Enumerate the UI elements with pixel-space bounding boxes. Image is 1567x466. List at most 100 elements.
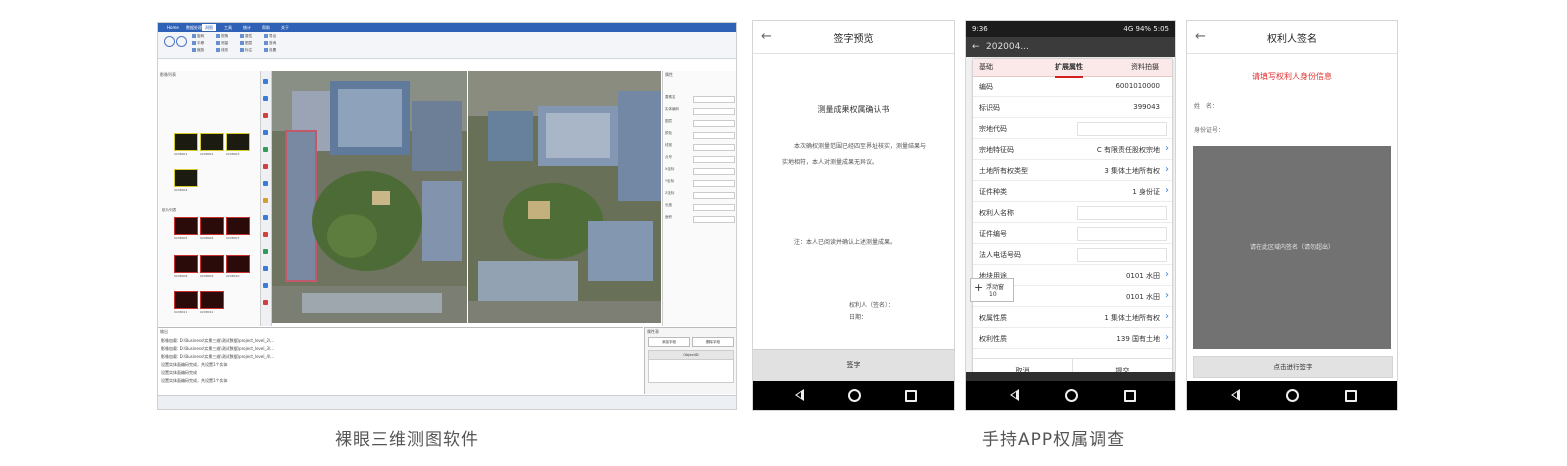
ribbon-item[interactable]: 设置 (264, 48, 276, 53)
image-thumbnail[interactable] (226, 133, 250, 151)
image-thumbnail[interactable] (174, 217, 198, 235)
ribbon-item[interactable]: 缩放 (192, 48, 204, 53)
tool-icon[interactable] (263, 266, 268, 271)
ribbon-item[interactable]: 查询 (264, 41, 276, 46)
aerial-view-left[interactable] (272, 71, 467, 323)
ribbon-item[interactable]: 线形 (216, 48, 228, 53)
name-field[interactable]: 姓 名： (1194, 101, 1218, 110)
chevron-right-icon[interactable]: › (1165, 269, 1169, 281)
floating-window[interactable]: + 浮动窗 10 (970, 278, 1014, 302)
menu-tab[interactable]: 帮助 (259, 24, 273, 31)
start-signing-button[interactable]: 点击进行签字 (1193, 356, 1393, 378)
ribbon-item[interactable]: 平移 (192, 41, 204, 46)
menu-tab[interactable]: Home (164, 24, 182, 31)
tab-basic[interactable]: 基础 (979, 59, 993, 76)
tab-extended-attributes[interactable]: 扩展属性 (1055, 59, 1083, 78)
tool-icon[interactable] (263, 79, 268, 84)
tool-icon[interactable] (263, 300, 268, 305)
delete-field-button[interactable]: 删除字段 (692, 337, 734, 347)
form-row[interactable]: 证件种类 1 身份证 › (973, 182, 1172, 202)
form-row[interactable]: 权属性质 1 集体土地所有权 › (973, 308, 1172, 328)
form-row[interactable]: 证件编号 (973, 224, 1172, 244)
form-row[interactable]: 权利性质 139 国有土地 › (973, 329, 1172, 349)
chevron-right-icon[interactable]: › (1165, 311, 1169, 323)
image-thumbnail[interactable] (200, 217, 224, 235)
chevron-right-icon[interactable]: › (1165, 164, 1169, 176)
property-value[interactable] (693, 132, 735, 139)
image-thumbnail[interactable] (226, 255, 250, 273)
tool-icon[interactable] (263, 232, 268, 237)
ribbon-item[interactable]: 测量 (216, 41, 228, 46)
pan-icon[interactable] (176, 36, 187, 47)
ribbon-item[interactable]: 标注 (240, 48, 252, 53)
sign-button[interactable]: 签字 (753, 349, 954, 381)
ribbon-item[interactable]: 视角 (216, 34, 228, 39)
rotate-icon[interactable] (164, 36, 175, 47)
image-thumbnail[interactable] (200, 255, 224, 273)
nav-home-icon[interactable] (1064, 388, 1078, 402)
form-row[interactable]: 土地所有权类型 3 集体土地所有权 › (973, 161, 1172, 181)
nav-recent-icon[interactable] (1122, 388, 1136, 402)
tool-icon[interactable] (263, 113, 268, 118)
form-row[interactable]: 宗地代码 (973, 119, 1172, 139)
property-value[interactable] (693, 216, 735, 223)
property-value[interactable] (693, 192, 735, 199)
property-value[interactable] (693, 180, 735, 187)
menu-tab[interactable]: 统计 (240, 24, 254, 31)
property-value[interactable] (693, 108, 735, 115)
chevron-right-icon[interactable]: › (1165, 290, 1169, 302)
property-value[interactable] (693, 96, 735, 103)
nav-home-icon[interactable] (847, 388, 861, 402)
form-input[interactable] (1077, 206, 1167, 220)
back-arrow-icon[interactable]: ← (972, 37, 980, 57)
property-value[interactable] (693, 120, 735, 127)
id-number-field[interactable]: 身份证号： (1194, 125, 1224, 134)
form-input[interactable] (1077, 248, 1167, 262)
tab-photos[interactable]: 资料拍摄 (1131, 59, 1159, 76)
form-row[interactable]: 权利人名称 (973, 203, 1172, 223)
property-value[interactable] (693, 156, 735, 163)
chevron-right-icon[interactable]: › (1165, 332, 1169, 344)
nav-back-icon[interactable] (793, 388, 807, 402)
form-row[interactable]: 法人电话号码 (973, 245, 1172, 265)
form-row[interactable]: 宗地特征码 C 有限责任股权宗地 › (973, 140, 1172, 160)
tool-icon[interactable] (263, 249, 268, 254)
ribbon-item[interactable]: 旋转 (192, 34, 204, 39)
aerial-view-right[interactable] (468, 71, 661, 323)
ribbon-item[interactable]: 属性 (240, 34, 252, 39)
nav-back-icon[interactable] (1229, 388, 1243, 402)
image-thumbnail[interactable] (226, 217, 250, 235)
tool-icon[interactable] (263, 147, 268, 152)
tool-icon[interactable] (263, 96, 268, 101)
nav-back-icon[interactable] (1008, 388, 1022, 402)
nav-recent-icon[interactable] (903, 388, 917, 402)
ribbon-item[interactable]: 图层 (240, 41, 252, 46)
image-thumbnail[interactable] (174, 291, 198, 309)
tool-icon[interactable] (263, 283, 268, 288)
menu-tab[interactable]: 关于 (278, 24, 292, 31)
property-value[interactable] (693, 204, 735, 211)
form-input[interactable] (1077, 227, 1167, 241)
image-thumbnail[interactable] (174, 169, 198, 187)
nav-recent-icon[interactable] (1343, 388, 1357, 402)
chevron-right-icon[interactable]: › (1165, 185, 1169, 197)
tool-icon[interactable] (263, 181, 268, 186)
image-thumbnail[interactable] (174, 255, 198, 273)
image-thumbnail[interactable] (200, 291, 224, 309)
add-field-button[interactable]: 添加字段 (648, 337, 690, 347)
menu-tab[interactable]: 工具 (221, 24, 235, 31)
tool-icon[interactable] (263, 198, 268, 203)
ribbon-item[interactable]: 导出 (264, 34, 276, 39)
signature-pad[interactable]: 请在此区域内签名（请勿超出） (1193, 146, 1391, 349)
tool-icon[interactable] (263, 164, 268, 169)
tool-icon[interactable] (263, 130, 268, 135)
image-thumbnail[interactable] (200, 133, 224, 151)
tool-icon[interactable] (263, 215, 268, 220)
form-input[interactable] (1077, 122, 1167, 136)
chevron-right-icon[interactable]: › (1165, 143, 1169, 155)
property-value[interactable] (693, 144, 735, 151)
nav-home-icon[interactable] (1285, 388, 1299, 402)
property-value[interactable] (693, 168, 735, 175)
image-thumbnail[interactable] (174, 133, 198, 151)
menu-tab[interactable]: 测图 (202, 24, 216, 31)
